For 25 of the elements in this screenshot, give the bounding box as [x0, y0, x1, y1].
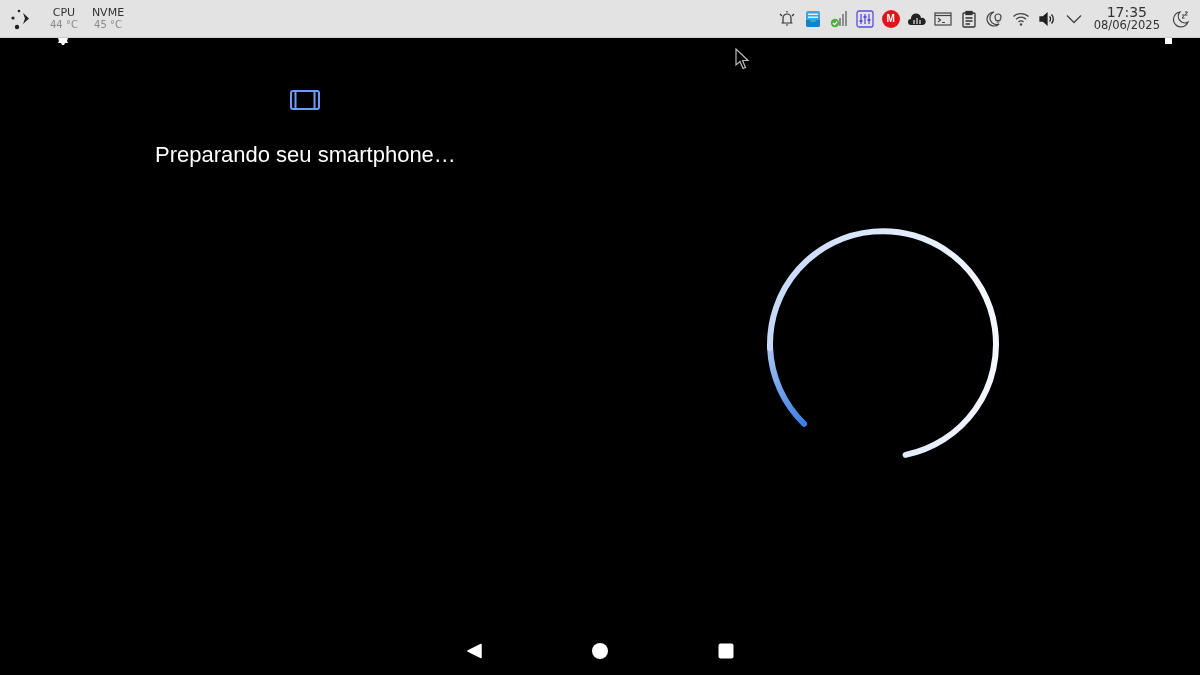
clipboard-icon[interactable]: [959, 9, 978, 28]
mixer-sliders-icon[interactable]: [855, 9, 874, 28]
cursor-icon: [735, 48, 751, 70]
home-icon[interactable]: [592, 643, 608, 659]
recents-icon[interactable]: [718, 643, 734, 659]
sensor-reading: 44 °C: [50, 20, 78, 30]
sensor-label: NVME: [91, 7, 125, 18]
sensor-reading: 45 °C: [94, 20, 122, 30]
status-message: Preparando seu smartphone…: [155, 142, 456, 168]
clock-date[interactable]: 08/06/2025: [1093, 20, 1160, 32]
network-check-icon[interactable]: [829, 9, 848, 28]
gear-icon: [58, 38, 68, 45]
speaker-icon[interactable]: [1037, 9, 1056, 28]
chevron-down-icon[interactable]: [1065, 13, 1082, 24]
moon-bulb-icon[interactable]: [985, 9, 1004, 28]
terminal-icon[interactable]: [933, 9, 952, 28]
app-tray-button[interactable]: M: [881, 9, 900, 28]
alarm-bell-icon[interactable]: [777, 9, 796, 28]
sensor-label: CPU: [52, 7, 76, 18]
back-icon[interactable]: [466, 643, 482, 659]
battery-icon: [1165, 38, 1172, 44]
sleep-moon-icon[interactable]: [1172, 9, 1190, 28]
inbox-tray-icon[interactable]: [803, 9, 822, 28]
clock-time[interactable]: 17:35: [1106, 5, 1148, 20]
screen-frame-icon: [290, 90, 321, 110]
